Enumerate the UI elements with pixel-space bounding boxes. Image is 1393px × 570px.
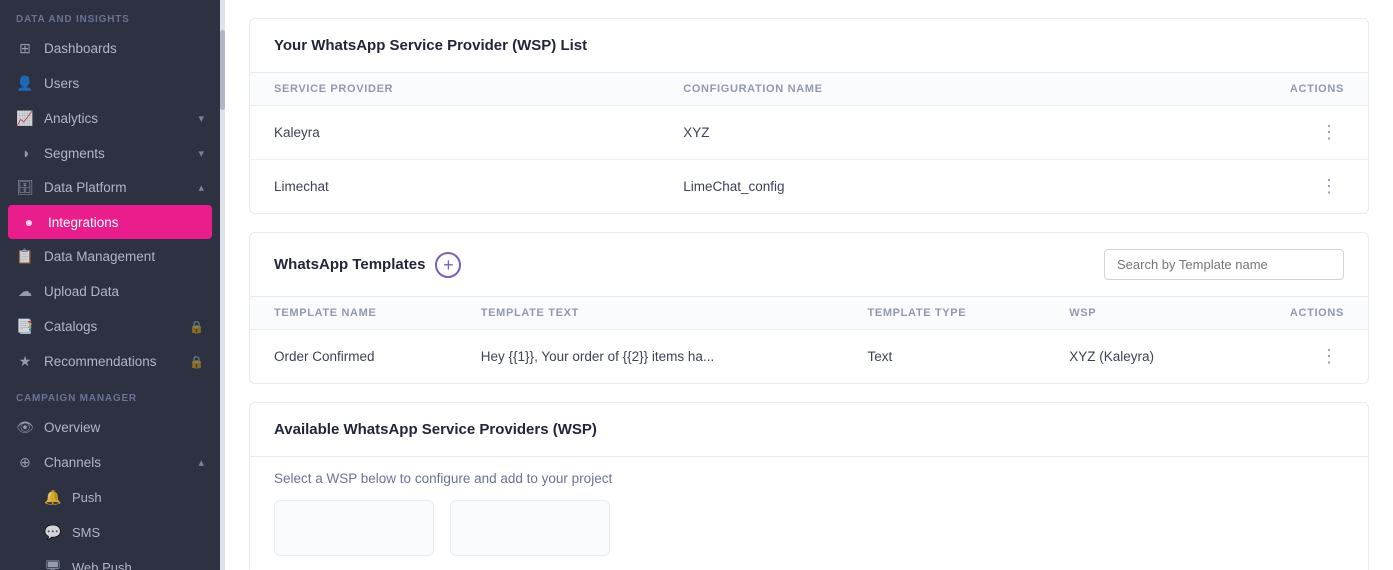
sidebar-item-sms[interactable]: 💬 SMS (0, 515, 220, 550)
kebab-menu-button[interactable]: ⋮ (1314, 120, 1344, 145)
catalogs-icon: 📑 (16, 318, 34, 335)
sidebar-item-label: Integrations (48, 215, 119, 230)
sidebar-item-catalogs[interactable]: 📑 Catalogs 🔒 (0, 309, 220, 344)
templates-header: WhatsApp Templates + (250, 233, 1368, 297)
sidebar-item-label: Segments (44, 146, 105, 161)
config-name: LimeChat_config (659, 160, 1118, 214)
sidebar-item-recommendations[interactable]: ★ Recommendations 🔒 (0, 344, 220, 379)
templates-title: WhatsApp Templates + (274, 252, 461, 278)
sidebar-item-label: Recommendations (44, 354, 157, 369)
sidebar-item-dashboards[interactable]: ⊞ Dashboards (0, 31, 220, 66)
actions-cell: ⋮ (1118, 106, 1368, 160)
col-template-name: TEMPLATE NAME (250, 297, 457, 330)
chevron-up-icon: ▴ (198, 456, 204, 469)
template-type: Text (843, 330, 1045, 384)
sidebar-section-data: DATA AND INSIGHTS (0, 0, 220, 31)
overview-icon: 👁 (16, 419, 34, 436)
table-row: Order Confirmed Hey {{1}}, Your order of… (250, 330, 1368, 384)
sidebar-item-web-push[interactable]: 🖥 Web Push (0, 550, 220, 570)
sidebar-item-label: Users (44, 76, 79, 91)
sidebar-item-data-platform[interactable]: 🗄 Data Platform ▴ (0, 170, 220, 205)
actions-cell: ⋮ (1228, 330, 1368, 384)
sidebar-item-label: Web Push (72, 560, 132, 570)
channels-icon: ⊕ (16, 454, 34, 471)
sidebar-item-segments[interactable]: ◑ Segments ▾ (0, 136, 220, 170)
main-content: Your WhatsApp Service Provider (WSP) Lis… (225, 0, 1393, 570)
config-name: XYZ (659, 106, 1118, 160)
sidebar-item-label: Push (72, 490, 102, 505)
templates-table: TEMPLATE NAME TEMPLATE TEXT TEMPLATE TYP… (250, 297, 1368, 383)
sms-icon: 💬 (44, 524, 62, 541)
col-service-provider: SERVICE PROVIDER (250, 73, 659, 106)
provider-name: Kaleyra (250, 106, 659, 160)
col-actions: ACTIONS (1228, 297, 1368, 330)
chevron-down-icon: ▾ (198, 112, 204, 125)
sidebar-item-label: Analytics (44, 111, 98, 126)
search-input[interactable] (1104, 249, 1344, 280)
col-template-type: TEMPLATE TYPE (843, 297, 1045, 330)
provider-name: Limechat (250, 160, 659, 214)
whatsapp-templates-section: WhatsApp Templates + TEMPLATE NAME TEMPL… (249, 232, 1369, 384)
data-platform-icon: 🗄 (16, 179, 34, 196)
wsp-table: SERVICE PROVIDER CONFIGURATION NAME ACTI… (250, 73, 1368, 213)
sidebar-item-label: Data Platform (44, 180, 127, 195)
sidebar: DATA AND INSIGHTS ⊞ Dashboards 👤 Users 📈… (0, 0, 220, 570)
sidebar-item-label: Upload Data (44, 284, 119, 299)
sidebar-item-label: Data Management (44, 249, 155, 264)
template-name: Order Confirmed (250, 330, 457, 384)
template-wsp: XYZ (Kaleyra) (1045, 330, 1227, 384)
col-actions: ACTIONS (1118, 73, 1368, 106)
sidebar-item-label: SMS (72, 525, 100, 540)
recommendations-icon: ★ (16, 353, 34, 370)
wsp-list-title: Your WhatsApp Service Provider (WSP) Lis… (250, 19, 1368, 73)
actions-cell: ⋮ (1118, 160, 1368, 214)
sidebar-item-label: Overview (44, 420, 100, 435)
sidebar-section-campaign: CAMPAIGN MANAGER (0, 379, 220, 410)
sidebar-item-channels[interactable]: ⊕ Channels ▴ (0, 445, 220, 480)
dashboards-icon: ⊞ (16, 40, 34, 57)
lock-icon: 🔒 (189, 320, 204, 334)
available-wsp-section: Available WhatsApp Service Providers (WS… (249, 402, 1369, 570)
chevron-down-icon: ▾ (198, 147, 204, 160)
table-row: Limechat LimeChat_config ⋮ (250, 160, 1368, 214)
segments-icon: ◑ (16, 145, 34, 161)
analytics-icon: 📈 (16, 110, 34, 127)
add-template-button[interactable]: + (435, 252, 461, 278)
sidebar-item-label: Dashboards (44, 41, 117, 56)
data-management-icon: 📋 (16, 248, 34, 265)
kebab-menu-button[interactable]: ⋮ (1314, 174, 1344, 199)
col-configuration-name: CONFIGURATION NAME (659, 73, 1118, 106)
sidebar-item-upload-data[interactable]: ☁ Upload Data (0, 274, 220, 309)
sidebar-item-integrations[interactable]: ● Integrations (8, 205, 212, 239)
push-icon: 🔔 (44, 489, 62, 506)
sidebar-item-data-management[interactable]: 📋 Data Management (0, 239, 220, 274)
lock-icon: 🔒 (189, 355, 204, 369)
template-text: Hey {{1}}, Your order of {{2}} items ha.… (457, 330, 844, 384)
sidebar-item-overview[interactable]: 👁 Overview (0, 410, 220, 445)
upload-data-icon: ☁ (16, 283, 34, 300)
chevron-up-icon: ▴ (198, 181, 204, 194)
sidebar-item-analytics[interactable]: 📈 Analytics ▾ (0, 101, 220, 136)
col-wsp: WSP (1045, 297, 1227, 330)
available-wsp-subtitle: Select a WSP below to configure and add … (250, 457, 1368, 500)
col-template-text: TEMPLATE TEXT (457, 297, 844, 330)
wsp-list-section: Your WhatsApp Service Provider (WSP) Lis… (249, 18, 1369, 214)
web-push-icon: 🖥 (44, 559, 62, 570)
sidebar-item-label: Channels (44, 455, 101, 470)
integrations-icon: ● (20, 214, 38, 230)
available-wsp-title: Available WhatsApp Service Providers (WS… (250, 403, 1368, 457)
kebab-menu-button[interactable]: ⋮ (1314, 344, 1344, 369)
users-icon: 👤 (16, 75, 34, 92)
sidebar-item-users[interactable]: 👤 Users (0, 66, 220, 101)
table-row: Kaleyra XYZ ⋮ (250, 106, 1368, 160)
sidebar-item-push[interactable]: 🔔 Push (0, 480, 220, 515)
sidebar-item-label: Catalogs (44, 319, 97, 334)
